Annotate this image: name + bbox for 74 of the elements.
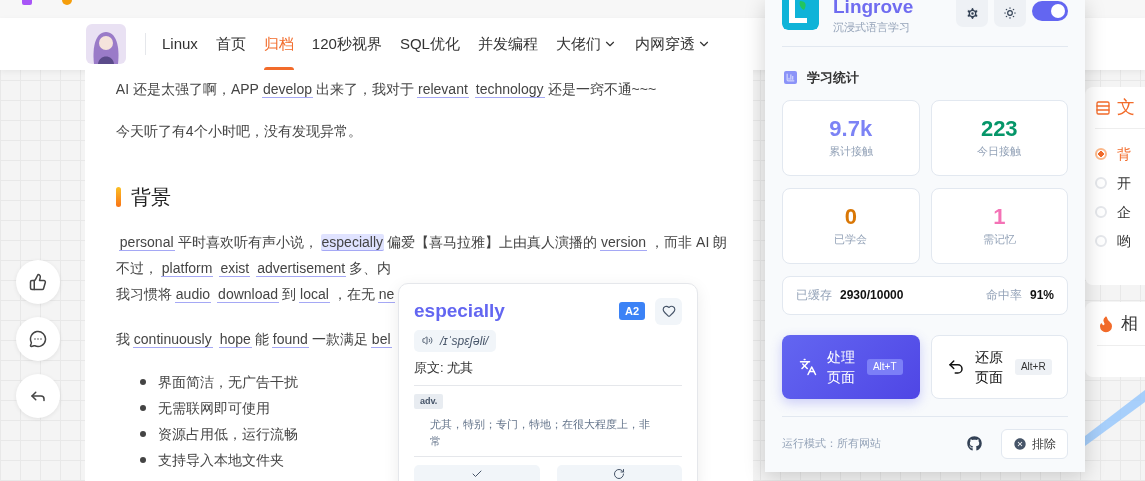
highlighted-word[interactable]: advertisement [256,260,347,277]
highlighted-word[interactable]: especially [320,234,384,251]
pronunciation-button[interactable]: /ɪˈspɛʃəli/ [414,329,497,352]
stat-label: 已学会 [834,232,868,248]
highlighted-word[interactable]: local [299,286,330,303]
toc-item[interactable]: 开 [1117,172,1131,194]
toc-item[interactable]: 哟 [1117,230,1131,252]
highlighted-word[interactable]: version [600,234,648,251]
popup-word: especially [414,299,505,323]
list-item: 支持导入本地文件夹 [157,451,284,470]
stat-label: 需记忆 [982,232,1016,248]
highlighted-word[interactable]: audio [174,286,212,303]
stat-value: 0 [844,203,857,232]
stat-label: 今日接触 [977,144,1022,160]
run-mode-text: 运行模式：所有网站 [782,436,881,452]
paragraph-text: 出来了，我对于 [316,81,414,97]
nav-link[interactable]: 大佬们 [546,18,626,70]
highlighted-word[interactable]: bel [370,331,392,348]
toc-item[interactable]: 企 [1117,201,1131,223]
paragraph-text: 平时喜欢听有声小说， [177,234,318,250]
highlighted-word[interactable]: develop [261,81,313,98]
paragraph-text: ，而非 AI 朗 [650,234,728,250]
paragraph-text: 我习惯将 [115,286,172,302]
list-item: 资源占用低，运行流畅 [157,425,298,444]
highlighted-word[interactable]: download [217,286,280,303]
original-text: 原文: 尤其 [414,358,475,377]
hit-rate-label: 命中率 [985,287,1022,304]
stat-value: 9.7k [829,115,873,144]
highlighted-word[interactable]: ne [377,286,396,303]
section-title: 学习统计 [807,69,859,87]
highlighted-word[interactable]: exist [219,260,251,277]
stat-value: 1 [993,203,1006,232]
definition-text: 尤其，特别；专门，特地；在很大程度上，非常 [429,417,651,449]
stat-label: 累计接触 [828,144,873,160]
cache-label: 已缓存 [796,287,832,304]
highlighted-word[interactable]: personal [118,234,175,251]
paragraph-text: AI 还是太强了啊，APP [115,81,259,97]
highlighted-word[interactable]: technology [474,81,545,98]
section-heading: 背景 [130,185,171,210]
toc-title: 文 [1117,96,1135,119]
restore-page-button[interactable]: 还原页面 Alt+R [930,334,1068,399]
paragraph-text: 偏爱【喜马拉雅】上由真人演播的 [387,234,597,250]
nav-link[interactable]: 120秒视界 [302,18,391,70]
hit-rate-value: 91% [1029,287,1054,304]
paragraph-text: 到 [282,286,297,302]
nav-link[interactable]: 首页 [206,18,255,70]
related-title: 相 [1121,312,1138,335]
process-page-button[interactable]: 处理页面 Alt+T [782,334,920,399]
highlighted-word[interactable]: continuously [132,331,213,348]
level-badge: A2 [618,302,645,321]
part-of-speech-tag: adv. [414,394,444,409]
highlighted-word[interactable]: hope [218,331,252,348]
paragraph-text: 不过， [115,260,158,276]
paragraph-text: 还是一窍不通~~~ [547,81,657,97]
highlighted-word[interactable]: platform [160,260,214,277]
exclude-button[interactable]: 排除 [1001,428,1068,459]
nav-link[interactable]: Linux [153,18,207,70]
stat-value: 223 [980,115,1018,144]
paragraph-text: 今天听了有4个小时吧，没有发现异常。 [115,123,362,139]
list-item: 界面简洁，无广告干扰 [157,373,298,392]
paragraph-text: 我 [115,331,130,347]
paragraph-text: 一款满足 [311,331,368,347]
nav-link[interactable]: 并发编程 [468,18,547,70]
app-subtitle: 沉浸式语言学习 [833,20,911,35]
paragraph-text: ，在无 [332,286,375,302]
paragraph-text: 多、内 [349,260,392,276]
nav-link[interactable]: SQL优化 [390,18,469,70]
highlighted-word[interactable]: found [271,331,309,348]
highlighted-word[interactable]: relevant [417,81,469,98]
app-title: Lingrove [833,0,914,18]
list-item: 无需联网即可使用 [157,399,270,418]
cache-value: 2930/10000 [840,287,904,304]
nav-link[interactable]: 内网穿透 [625,18,720,70]
paragraph-text: 能 [254,331,269,347]
